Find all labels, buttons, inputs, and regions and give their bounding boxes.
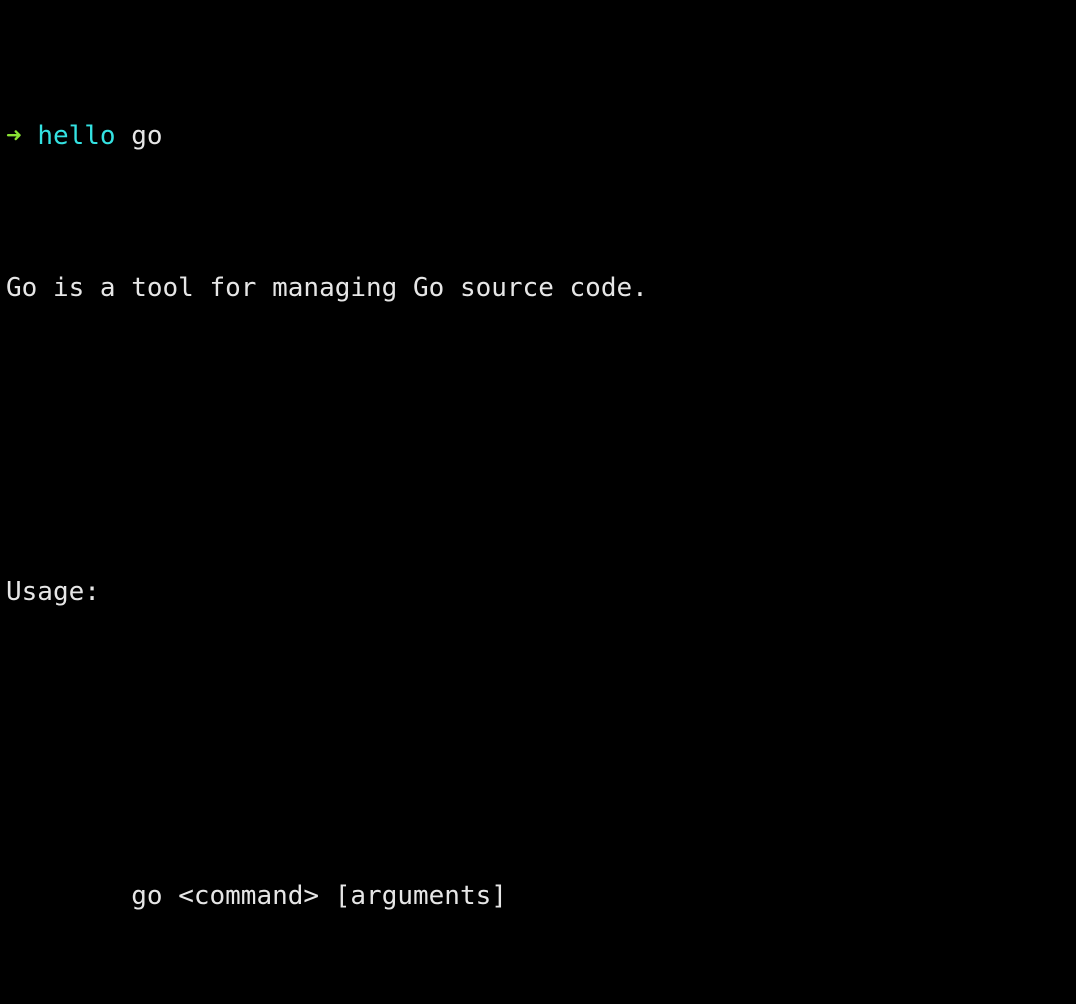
- usage-line: go <command> [arguments]: [6, 877, 1076, 915]
- prompt-command: go: [131, 121, 163, 151]
- usage-indent: [6, 877, 131, 915]
- usage-syntax: go <command> [arguments]: [131, 881, 507, 911]
- prompt-directory: hello: [37, 121, 116, 151]
- prompt-space-1: [22, 121, 38, 151]
- terminal-output-area[interactable]: ➜ hello go Go is a tool for managing Go …: [0, 0, 1076, 1004]
- usage-heading: Usage:: [6, 577, 100, 607]
- prompt-space-2: [116, 121, 132, 151]
- prompt-line: ➜ hello go: [6, 117, 1076, 155]
- intro-line: Go is a tool for managing Go source code…: [6, 273, 648, 303]
- arrow-right-icon: ➜: [6, 121, 22, 151]
